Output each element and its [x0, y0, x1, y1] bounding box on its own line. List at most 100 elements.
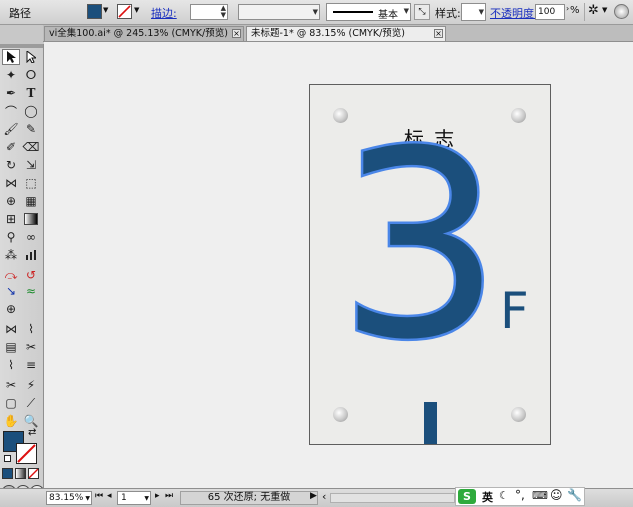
arrow-stem — [424, 402, 437, 444]
gradient-tool-icon[interactable] — [22, 211, 40, 227]
opacity-value: 100 — [538, 7, 556, 17]
eraser-tool-icon[interactable]: ⌫ — [22, 139, 40, 155]
width-tool-icon[interactable]: ⋈ — [2, 175, 20, 191]
perspective-grid-tool-icon[interactable]: ▦ — [22, 193, 40, 209]
style-label: 样式: — [435, 7, 461, 20]
eyedropper-tool-icon[interactable]: ⚲ — [2, 229, 20, 245]
horizontal-scrollbar[interactable] — [330, 493, 455, 503]
opacity-input[interactable]: 100 — [535, 4, 565, 20]
expand-icon[interactable]: ⤡ — [414, 4, 430, 20]
slice-select-tool-icon[interactable]: ≡ — [22, 357, 40, 373]
recolor-icon[interactable]: ✲ — [588, 3, 599, 18]
mesh-tool-icon[interactable]: ⊞ — [2, 211, 20, 227]
color-mode-icon[interactable] — [2, 468, 13, 479]
direct-selection-tool-icon[interactable] — [22, 49, 40, 65]
opacity-link[interactable]: 不透明度: — [490, 5, 538, 21]
close-icon[interactable]: × — [434, 29, 443, 38]
default-colors-icon[interactable] — [4, 455, 11, 462]
zoom-value: 83.15% — [49, 493, 84, 503]
fill-swatch[interactable]: ▼ — [86, 3, 110, 21]
percent-label: % — [570, 5, 580, 16]
chevron-down-icon: ▼ — [103, 6, 109, 14]
chevron-down-icon: ▼ — [134, 6, 140, 14]
wrench-icon[interactable]: 🔧 — [567, 488, 582, 502]
measure-tool-icon[interactable]: ⟋ — [22, 395, 40, 411]
live-paint-tool-icon[interactable]: ▤ — [2, 339, 20, 355]
graph-data-tool-icon[interactable]: ⌇ — [2, 357, 20, 373]
crop-area-tool-icon[interactable]: ⊕ — [2, 301, 20, 317]
variable-width-dropdown[interactable]: ▼ — [238, 4, 320, 20]
chevron-down-icon: ▼ — [85, 495, 90, 502]
rotate-tool-icon[interactable]: ↻ — [2, 157, 20, 173]
pencil-tool-icon[interactable]: ✎ — [22, 121, 40, 137]
ime-logo[interactable]: S — [458, 489, 476, 504]
artboard-number-dropdown[interactable]: 1 ▼ — [117, 491, 151, 505]
screw-bottom-right — [511, 407, 526, 422]
artboard-floor-sign[interactable]: 标 志 3 F — [309, 84, 551, 445]
chevron-right-icon[interactable]: › — [566, 4, 569, 13]
tab-vi-collection[interactable]: vi全集100.ai* @ 245.13% (CMYK/预览) × — [44, 26, 244, 41]
status-menu-arrow-icon[interactable]: ▶ — [310, 491, 317, 501]
live-paint-select-icon[interactable]: ✂ — [22, 339, 40, 355]
wave-green-icon[interactable]: ≈ — [22, 283, 40, 299]
stroke-weight-dropdown[interactable]: ▲ ▼ — [190, 4, 228, 20]
stroke-proxy[interactable] — [16, 443, 37, 464]
selection-type-label: 路径 — [9, 7, 31, 20]
stroke-swatch[interactable]: ▼ — [116, 3, 143, 21]
path-blue-icon[interactable]: ↘ — [2, 283, 20, 299]
free-transform-tool-icon[interactable]: ⬚ — [22, 175, 40, 191]
history-status[interactable]: 65 次还原; 无重做 — [180, 491, 318, 505]
rectangle-tool-icon[interactable]: ▢ — [2, 395, 20, 411]
knife-tool-icon[interactable]: ⚡ — [22, 377, 40, 393]
symbol-sprayer-tool-icon[interactable]: ⁂ — [2, 247, 20, 263]
brush-label: 基本 — [378, 10, 398, 21]
tab-label: 未标题-1* @ 83.15% (CMYK/预览) — [251, 28, 405, 39]
last-artboard-icon[interactable]: ⏭ — [165, 491, 173, 501]
artboard-number: 1 — [121, 493, 127, 503]
graphic-style-dropdown[interactable]: ▼ — [461, 3, 486, 21]
zoom-dropdown[interactable]: 83.15% ▼ — [46, 491, 92, 505]
gradient-mode-icon[interactable] — [15, 468, 26, 479]
stroke-link[interactable]: 描边: — [151, 5, 177, 21]
keyboard-icon[interactable]: ⌨ — [532, 489, 548, 502]
gear-icon[interactable] — [614, 4, 629, 19]
tab-untitled[interactable]: 未标题-1* @ 83.15% (CMYK/预览) × — [246, 26, 446, 41]
rotate-red-icon[interactable]: ↺ — [22, 267, 40, 283]
hand-tool-icon[interactable]: ✋ — [2, 413, 20, 429]
lasso-tool-icon[interactable]: ⵔ — [22, 67, 40, 83]
pen-tool-icon[interactable]: ✒ — [2, 85, 20, 101]
floor-letter: F — [500, 282, 529, 340]
scroll-left-icon[interactable]: ‹ — [322, 490, 326, 503]
chevron-down-icon: ▼ — [144, 495, 149, 502]
column-graph-tool-icon[interactable] — [22, 247, 40, 263]
type-tool-icon[interactable]: T — [22, 85, 40, 101]
blend-tool-icon[interactable]: ∞ — [22, 229, 40, 245]
ime-toolbar: S 英 ☾ °, ⌨ ☺ 🔧 — [455, 487, 585, 506]
artboard-tool-icon[interactable]: ⋈ — [2, 321, 20, 337]
chevron-down-icon[interactable]: ▼ — [602, 6, 607, 14]
next-artboard-icon[interactable]: ▸ — [155, 491, 160, 501]
ellipse-tool-icon[interactable]: ◯ — [22, 103, 40, 119]
warp-tool-icon[interactable]: ⌇ — [22, 321, 40, 337]
first-artboard-icon[interactable]: ⏮ — [95, 491, 103, 501]
selection-tool-icon[interactable] — [2, 49, 20, 65]
swap-arrows-icon[interactable]: ⇄ — [28, 427, 36, 438]
none-mode-icon[interactable] — [28, 468, 39, 479]
magic-wand-tool-icon[interactable]: ✦ — [2, 67, 20, 83]
tab-label: vi全集100.ai* @ 245.13% (CMYK/预览) — [49, 28, 228, 39]
punctuation-icon[interactable]: °, — [515, 488, 525, 502]
previous-artboard-icon[interactable]: ◂ — [107, 491, 112, 501]
scale-tool-icon[interactable]: ⇲ — [22, 157, 40, 173]
line-tool-icon[interactable]: ⌒ — [2, 103, 20, 119]
ime-language[interactable]: 英 — [482, 489, 493, 505]
user-icon[interactable]: ☺ — [550, 488, 563, 502]
shape-builder-tool-icon[interactable]: ⊕ — [2, 193, 20, 209]
flare-red-icon[interactable]: ⤼ — [2, 267, 20, 283]
panel-grip[interactable] — [0, 44, 43, 48]
blob-brush-tool-icon[interactable]: ✐ — [2, 139, 20, 155]
paintbrush-tool-icon[interactable]: 🖌 — [2, 121, 20, 137]
close-icon[interactable]: × — [232, 29, 241, 38]
brush-dropdown[interactable]: 基本 ▼ — [326, 3, 411, 21]
moon-icon[interactable]: ☾ — [499, 489, 509, 502]
scissors-tool-icon[interactable]: ✂ — [2, 377, 20, 393]
